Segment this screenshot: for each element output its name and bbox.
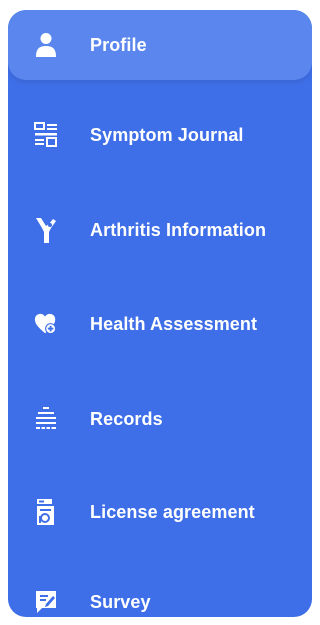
heart-plus-icon [34, 311, 58, 337]
side-menu: Profile Symptom Journal Arthritis Inform… [8, 10, 312, 617]
menu-item-profile[interactable]: Profile [8, 10, 312, 80]
menu-item-label: Profile [90, 34, 147, 55]
menu-item-arthritis-information[interactable]: Arthritis Information [8, 195, 312, 265]
user-icon [34, 32, 58, 58]
menu-item-label: Health Assessment [90, 313, 258, 334]
survey-edit-icon [34, 589, 58, 615]
menu-item-health-assessment[interactable]: Health Assessment [8, 289, 312, 359]
journal-list-icon [34, 122, 58, 148]
menu-item-label: Survey [90, 591, 151, 612]
menu-item-label: Arthritis Information [90, 219, 267, 240]
menu-item-records[interactable]: Records [8, 384, 312, 454]
records-list-icon [34, 406, 58, 432]
joint-bone-icon [34, 217, 58, 243]
menu-item-label: License agreement [90, 501, 255, 522]
menu-item-license-agreement[interactable]: License agreement [8, 477, 312, 547]
license-document-icon [34, 499, 58, 525]
menu-item-label: Symptom Journal [90, 124, 244, 145]
menu-item-survey[interactable]: Survey [8, 567, 312, 617]
menu-item-symptom-journal[interactable]: Symptom Journal [8, 100, 312, 170]
menu-item-label: Records [90, 408, 163, 429]
